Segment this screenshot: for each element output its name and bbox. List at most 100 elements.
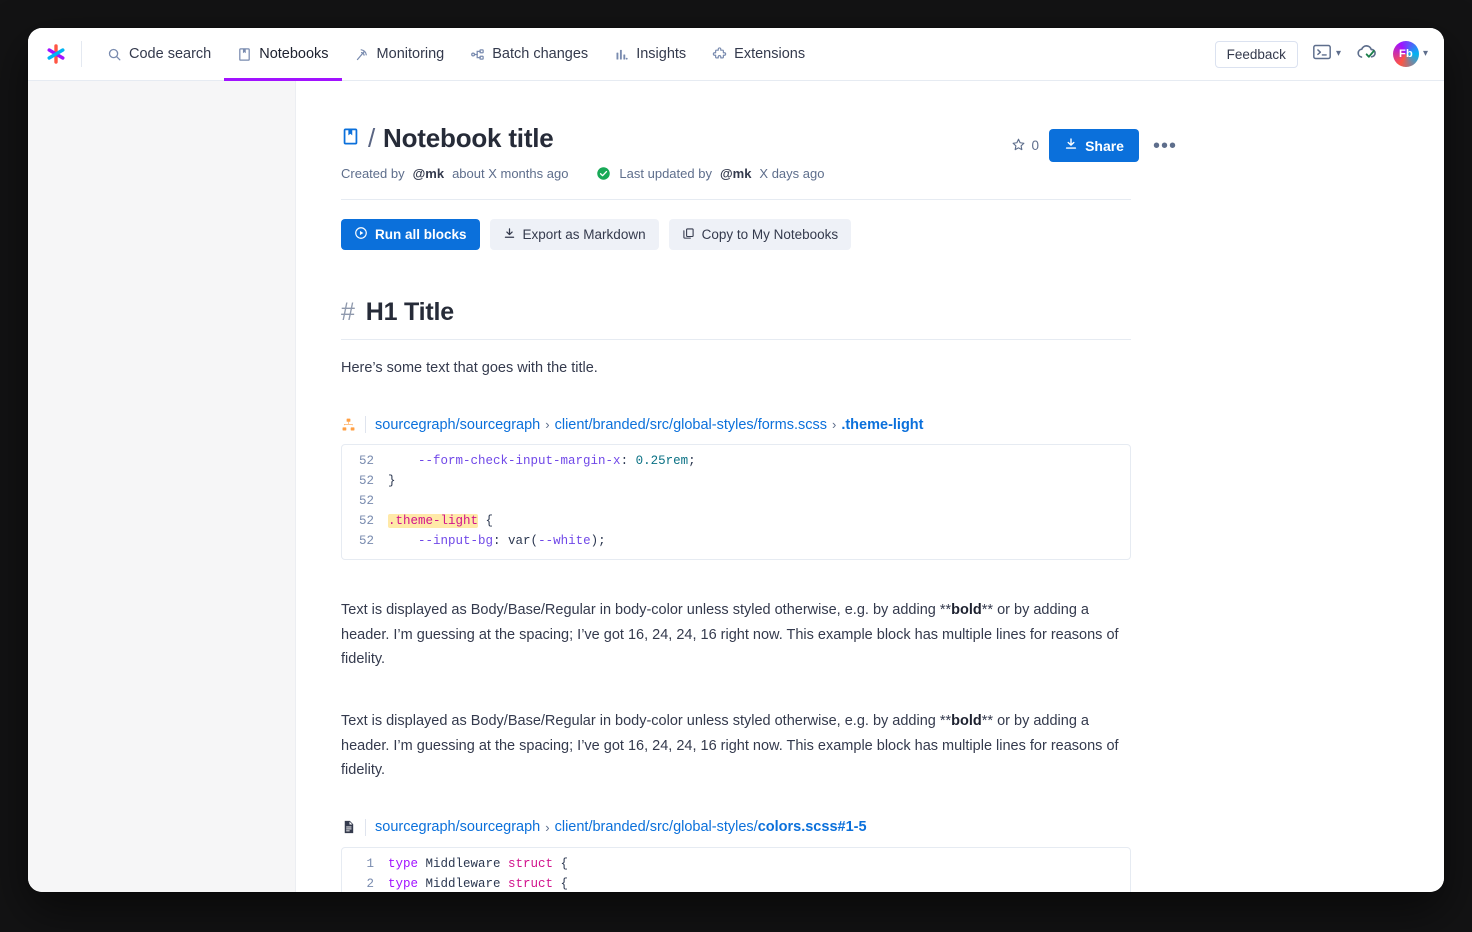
symbol-block[interactable]: sourcegraph/sourcegraph › client/branded… [341, 416, 1181, 561]
code-token: } [388, 474, 396, 489]
nav-right-actions: Feedback ▾ Fb ▾ [1214, 40, 1428, 68]
share-button[interactable]: Share [1049, 129, 1139, 162]
breadcrumb-divider [365, 818, 366, 836]
nav-item-label: Extensions [734, 46, 806, 62]
code-token: struct [508, 856, 554, 871]
batch-changes-icon [470, 47, 485, 62]
body-paragraph-1: Text is displayed as Body/Base/Regular i… [341, 602, 1119, 668]
cli-dropdown[interactable]: ▾ [1312, 43, 1341, 66]
code-token: var( [508, 534, 539, 549]
run-all-blocks-button[interactable]: Run all blocks [341, 219, 480, 250]
breadcrumb-path[interactable]: client/branded/src/global-styles/forms.s… [555, 417, 827, 433]
heading-hash: # [341, 298, 355, 326]
desktop-background: Code search Notebooks Monitoring Batch c… [0, 0, 1472, 932]
updated-suffix: X days ago [759, 166, 825, 181]
left-sidebar [28, 81, 296, 892]
intro-paragraph: Here’s some text that goes with the titl… [341, 360, 598, 376]
line-number: 52 [358, 534, 374, 549]
symbol-breadcrumb: sourcegraph/sourcegraph › client/branded… [341, 416, 1181, 434]
notebook-icon [341, 123, 360, 154]
updated-user[interactable]: @mk [720, 166, 751, 181]
avatar: Fb [1392, 41, 1419, 67]
breadcrumb-separator: › [545, 819, 550, 835]
more-options-button[interactable]: ••• [1149, 136, 1181, 156]
code-token: : [493, 534, 509, 549]
radar-icon [355, 47, 370, 62]
code-text: type Middleware struct { [388, 854, 568, 874]
code-token: type [388, 876, 419, 891]
code-token: type [388, 856, 419, 871]
copy-to-my-notebooks-label: Copy to My Notebooks [701, 227, 839, 242]
code-line: 52 --form-check-input-margin-x: 0.25rem; [342, 451, 1130, 471]
code-token: --white [538, 534, 591, 549]
user-menu[interactable]: Fb ▾ [1392, 41, 1428, 67]
notebook-header: / Notebook title Created by @mk about X … [341, 123, 1181, 181]
main-content: / Notebook title Created by @mk about X … [296, 81, 1444, 892]
code-line: 52 .theme-light { [342, 511, 1130, 531]
nav-item-insights[interactable]: Insights [601, 28, 699, 81]
copy-to-my-notebooks-button[interactable]: Copy to My Notebooks [668, 219, 852, 250]
code-token: .theme-light [388, 514, 479, 529]
star-icon [1011, 137, 1026, 155]
created-user[interactable]: @mk [413, 166, 444, 181]
notebook-actions: 0 Share ••• [1011, 123, 1181, 162]
breadcrumb-repo[interactable]: sourcegraph/sourcegraph [375, 417, 540, 433]
nav-item-label: Monitoring [376, 46, 445, 62]
export-markdown-button[interactable]: Export as Markdown [489, 219, 659, 250]
code-token: : [620, 454, 636, 469]
nav-items: Code search Notebooks Monitoring Batch c… [94, 28, 818, 81]
check-circle-icon [596, 166, 611, 181]
cloud-check-icon [1355, 42, 1379, 67]
nav-item-label: Code search [129, 46, 212, 62]
code-text: --input-bg: var(--white); [388, 531, 606, 551]
code-text: } [388, 471, 396, 491]
line-number: 52 [358, 474, 374, 489]
breadcrumb-path-prefix[interactable]: client/branded/src/global-styles/ [555, 819, 758, 835]
code-line: 52 --input-bg: var(--white); [342, 531, 1130, 551]
nav-item-code-search[interactable]: Code search [94, 28, 224, 81]
play-circle-icon [354, 226, 368, 243]
file-block[interactable]: sourcegraph/sourcegraph › client/branded… [341, 818, 1181, 892]
file-code-block[interactable]: 1 type Middleware struct { 2 type Middlewar… [341, 846, 1131, 892]
symbol-code-block[interactable]: 52 --form-check-input-margin-x: 0.25rem;… [341, 444, 1131, 561]
file-document-icon [341, 819, 356, 835]
breadcrumb-file[interactable]: colors.scss#1-5 [758, 819, 867, 835]
star-button[interactable]: 0 [1011, 137, 1039, 155]
markdown-heading-block[interactable]: # H1 Title Here’s some text that goes wi… [341, 298, 1181, 380]
nav-item-notebooks[interactable]: Notebooks [224, 28, 342, 81]
bar-chart-icon [614, 47, 629, 62]
line-number: 2 [366, 876, 374, 891]
cloud-status-indicator[interactable] [1355, 42, 1379, 67]
nav-item-batch-changes[interactable]: Batch changes [457, 28, 601, 81]
run-all-blocks-label: Run all blocks [375, 227, 467, 242]
line-number: 52 [358, 454, 374, 469]
chevron-down-icon: ▾ [1335, 48, 1341, 59]
nav-item-label: Notebooks [259, 46, 329, 62]
line-number: 52 [358, 514, 374, 529]
notebook-page: / Notebook title Created by @mk about X … [341, 81, 1181, 892]
line-number: 1 [366, 856, 374, 871]
app-body: / Notebook title Created by @mk about X … [28, 81, 1444, 892]
code-text: .theme-light { [388, 511, 493, 531]
updated-prefix: Last updated by [619, 166, 712, 181]
line-number: 52 [358, 494, 374, 509]
terminal-icon [1312, 43, 1332, 66]
nav-item-monitoring[interactable]: Monitoring [342, 28, 458, 81]
nav-item-extensions[interactable]: Extensions [699, 28, 818, 81]
feedback-button[interactable]: Feedback [1214, 40, 1298, 68]
copy-icon [682, 227, 695, 243]
sourcegraph-logo[interactable] [41, 39, 71, 69]
bold-marker: **bold** [939, 713, 994, 730]
code-text: type Middleware struct { [388, 874, 568, 892]
notebook-toolbar: Run all blocks Export as Markdown Copy t… [341, 219, 1181, 250]
page-title: / Notebook title [341, 123, 1011, 154]
share-button-label: Share [1085, 137, 1124, 154]
bold-marker: **bold** [939, 602, 994, 619]
code-text: --form-check-input-margin-x: 0.25rem; [388, 451, 696, 471]
code-line: 52} [342, 471, 1130, 491]
export-markdown-label: Export as Markdown [522, 227, 646, 242]
breadcrumb-repo[interactable]: sourcegraph/sourcegraph [375, 819, 540, 835]
breadcrumb-symbol[interactable]: .theme-light [841, 417, 923, 433]
